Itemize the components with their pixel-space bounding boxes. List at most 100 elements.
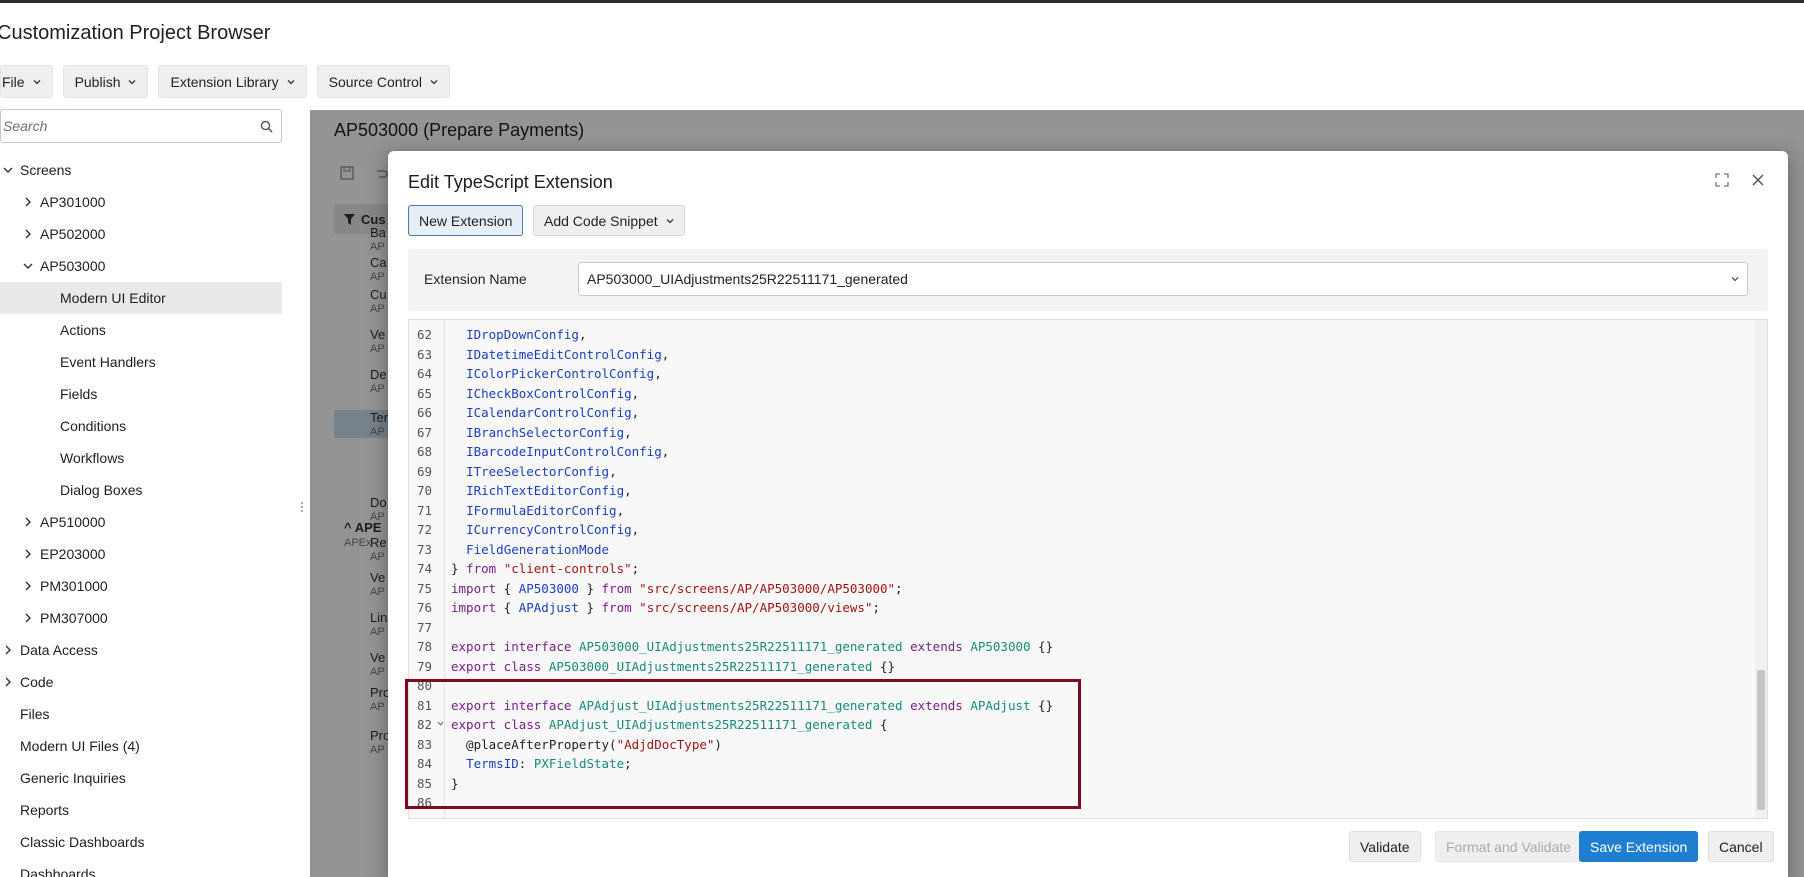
code-token: ; (872, 600, 880, 616)
tree-item[interactable]: PM307000 (0, 602, 282, 634)
save-extension-button[interactable]: Save Extension (1579, 831, 1699, 862)
tree-item[interactable]: Modern UI Editor (0, 282, 282, 314)
line-number: 68 (417, 444, 433, 460)
code-token: "AdjdDocType" (616, 736, 715, 752)
code-text: IColorPickerControlConfig, (445, 366, 662, 381)
tree-item[interactable]: Event Handlers (0, 346, 282, 378)
search-icon[interactable] (260, 120, 273, 133)
chevron-right-icon[interactable] (22, 612, 34, 624)
publish-menu-button[interactable]: Publish (62, 65, 149, 98)
tree-item[interactable]: EP203000 (0, 538, 282, 570)
code-token: , (616, 502, 625, 518)
line-number: 84 (417, 756, 433, 772)
code-token: ICurrencyControlConfig (466, 522, 632, 538)
code-token: FieldGenerationMode (466, 541, 610, 557)
tree-item[interactable]: Generic Inquiries (0, 762, 282, 794)
scrollbar-thumb[interactable] (1757, 670, 1765, 810)
fold-chevron-icon[interactable] (437, 720, 444, 727)
chevron-right-icon[interactable] (2, 644, 14, 656)
code-token: export class (451, 658, 542, 674)
code-text: IRichTextEditorConfig, (445, 483, 632, 498)
search-input[interactable] (3, 118, 260, 134)
add-code-snippet-button[interactable]: Add Code Snippet (533, 205, 685, 236)
button-label: Add Code Snippet (544, 212, 658, 229)
code-line: 62 IDropDownConfig, (409, 325, 1749, 345)
code-token: , (624, 424, 632, 440)
code-token: export class (451, 717, 542, 733)
code-line: 70 IRichTextEditorConfig, (409, 481, 1749, 501)
tree-item[interactable]: Modern UI Files (4) (0, 730, 282, 762)
code-line: 69 ITreeSelectorConfig, (409, 462, 1749, 482)
tree-item[interactable]: Code (0, 666, 282, 698)
chevron-right-icon[interactable] (22, 196, 34, 208)
tree-item-label: Dialog Boxes (60, 482, 143, 498)
tree-item[interactable]: PM301000 (0, 570, 282, 602)
tree-item[interactable]: Dialog Boxes (0, 474, 282, 506)
tree-item[interactable]: Workflows (0, 442, 282, 474)
tree-item[interactable]: Fields (0, 378, 282, 410)
line-number: 78 (417, 639, 433, 655)
code-token: : (518, 756, 534, 772)
tree-item[interactable]: Dashboards (0, 858, 282, 877)
chevron-down-icon[interactable] (22, 260, 34, 272)
chevron-down-icon (287, 79, 295, 84)
code-text: export class AP503000_UIAdjustments25R22… (445, 659, 895, 674)
code-token: } (451, 775, 459, 791)
chevron-down-icon[interactable] (2, 164, 14, 176)
code-token: IBranchSelectorConfig (466, 424, 625, 440)
tree-item[interactable]: AP510000 (0, 506, 282, 538)
tree-item[interactable]: Reports (0, 794, 282, 826)
tree-item-label: Classic Dashboards (20, 834, 145, 850)
editor-scrollbar[interactable] (1755, 320, 1767, 818)
maximize-icon[interactable] (1498, 171, 1516, 189)
code-text: IBranchSelectorConfig, (445, 425, 632, 440)
tree-item[interactable]: AP502000 (0, 218, 282, 250)
code-token: , (631, 385, 640, 401)
chevron-right-icon[interactable] (22, 516, 34, 528)
menu-label: Source Control (328, 73, 423, 90)
maximize-icon[interactable] (1713, 171, 1731, 189)
new-extension-button[interactable]: New Extension (408, 205, 524, 236)
tree-item[interactable]: AP301000 (0, 186, 282, 218)
code-token: ICalendarControlConfig (466, 405, 632, 421)
code-token: export interface (451, 639, 572, 655)
chevron-right-icon[interactable] (22, 580, 34, 592)
tree-item[interactable]: Data Access (0, 634, 282, 666)
code-text: import { APAdjust } from "src/screens/AP… (445, 600, 880, 615)
chevron-right-icon[interactable] (22, 228, 34, 240)
splitter-handle[interactable] (300, 500, 304, 520)
tree-item-label: Files (20, 706, 50, 722)
chevron-right-icon[interactable] (22, 548, 34, 560)
tree-item[interactable]: Files (0, 698, 282, 730)
chevron-down-icon (129, 79, 136, 84)
close-icon[interactable] (1749, 171, 1767, 189)
chevron-right-icon[interactable] (2, 676, 14, 688)
tree-item[interactable]: Conditions (0, 410, 282, 442)
file-menu-button[interactable]: File (0, 65, 53, 98)
tree-item-label: Modern UI Editor (60, 290, 166, 306)
code-editor[interactable]: 62 IDropDownConfig, 63 IDatetimeEditContr… (408, 319, 1768, 819)
code-text: FieldGenerationMode (445, 542, 609, 557)
tree-item[interactable]: Actions (0, 314, 282, 346)
line-number: 71 (417, 502, 433, 518)
format-and-validate-button[interactable]: Format and Validate (1435, 831, 1583, 862)
code-token: AP503000_UIAdjustments25R22511171_genera… (578, 639, 903, 655)
code-token: , (654, 366, 662, 382)
source-control-menu-button[interactable]: Source Control (316, 65, 451, 98)
extension-library-menu-button[interactable]: Extension Library (158, 65, 307, 98)
code-line: 74} from "client-controls"; (409, 559, 1749, 579)
tree-item[interactable]: Screens (0, 154, 282, 186)
tree-item[interactable]: AP503000 (0, 250, 282, 282)
chevron-down-icon (430, 79, 438, 84)
code-text: export class APAdjust_UIAdjustments25R22… (445, 717, 888, 732)
tree-item-label: Actions (60, 322, 106, 338)
validate-button[interactable]: Validate (1349, 831, 1421, 862)
tree-item[interactable]: Classic Dashboards (0, 826, 282, 858)
cancel-button[interactable]: Cancel (1708, 831, 1774, 862)
extension-name-select[interactable]: AP503000_UIAdjustments25R22511171_genera… (578, 262, 1748, 296)
